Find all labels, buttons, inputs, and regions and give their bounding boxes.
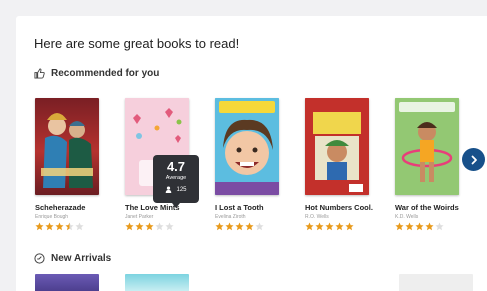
bookshelf-card: Here are some great books to read! Recom… [16,16,487,291]
book-author: Enrique Bough [35,214,69,220]
average-label: Average [165,175,187,181]
book-author: Evelina Ziroth [215,214,246,220]
star-full-icon [215,222,224,231]
arrival-cover[interactable] [125,274,189,291]
star-rating [395,222,463,231]
book-title[interactable]: War of the Woirds [395,203,463,212]
star-full-icon [415,222,424,231]
star-full-icon [345,222,354,231]
user-icon [166,186,172,193]
next-books-button[interactable] [462,148,485,171]
book-title[interactable]: Hot Numbers Cool... [305,203,373,212]
star-full-icon [145,222,154,231]
star-rating [35,222,103,231]
star-full-icon [395,222,404,231]
star-empty-icon [75,222,84,231]
star-full-icon [55,222,64,231]
book-card-war-of-the-woirds[interactable]: War of the Woirds K.D. Wells [395,98,463,231]
book-cover[interactable] [395,98,459,195]
page-heading: Here are some great books to read! [34,36,240,51]
book-cover[interactable] [305,98,369,195]
star-full-icon [135,222,144,231]
star-full-icon [315,222,324,231]
star-full-icon [45,222,54,231]
book-card-i-lost-a-tooth[interactable]: I Lost a Tooth Evelina Ziroth [215,98,283,231]
star-full-icon [405,222,414,231]
recommended-label: Recommended for you [51,68,160,79]
book-card-hot-numbers-cool[interactable]: Hot Numbers Cool... R.O. Wells [305,98,373,231]
clock-icon [34,253,45,264]
book-title[interactable]: I Lost a Tooth [215,203,283,212]
new-arrivals-header: New Arrivals [34,253,111,264]
book-cover[interactable] [35,98,99,195]
star-empty-icon [255,222,264,231]
book-author: K.D. Wells [395,214,419,220]
star-full-icon [425,222,434,231]
star-full-icon [225,222,234,231]
star-full-icon [325,222,334,231]
arrival-cover[interactable] [399,274,473,291]
book-cover[interactable] [215,98,279,195]
star-full-icon [125,222,134,231]
star-rating [305,222,373,231]
book-title[interactable]: The Love Mints [125,203,193,212]
star-full-icon [305,222,314,231]
star-rating [215,222,283,231]
recommended-header: Recommended for you [34,68,159,79]
star-full-icon [35,222,44,231]
star-full-icon [335,222,344,231]
star-empty-icon [435,222,444,231]
star-full-icon [235,222,244,231]
star-half-icon [65,222,74,231]
rating-tooltip: 4.7 Average 125 [153,155,199,208]
chevron-right-icon [471,155,477,164]
star-empty-icon [155,222,164,231]
book-card-scheherazade[interactable]: Scheherazade Enrique Bough [35,98,103,231]
rating-count: 125 [153,186,199,193]
book-author: R.O. Wells [305,214,329,220]
book-title[interactable]: Scheherazade [35,203,103,212]
star-rating [125,222,193,231]
star-full-icon [245,222,254,231]
thumbs-up-icon [34,68,45,79]
arrival-cover[interactable] [35,274,99,291]
new-arrivals-label: New Arrivals [51,253,112,264]
star-empty-icon [165,222,174,231]
book-author: Janet Parker [125,214,154,220]
average-rating: 4.7 [166,159,186,174]
rating-count-value: 125 [176,186,187,193]
